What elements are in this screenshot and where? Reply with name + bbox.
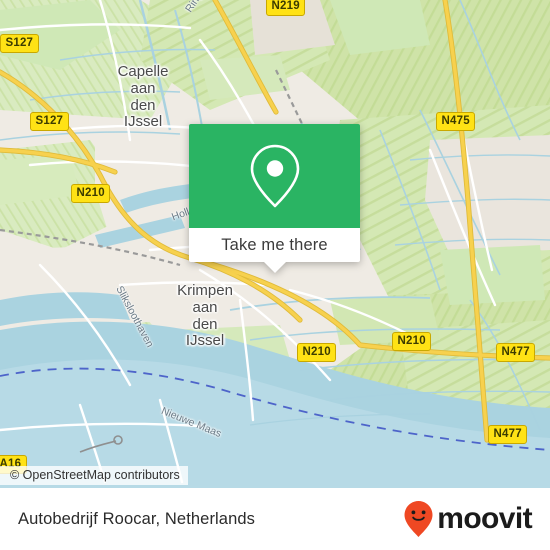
shield-n210-center: N210 (297, 343, 337, 362)
place-info-card[interactable]: Take me there (189, 124, 360, 273)
place-line: den (192, 315, 218, 333)
footer-content: Autobedrijf Roocar, Netherlands moovit (0, 488, 550, 550)
info-card-header (189, 124, 360, 228)
shield-n219: N219 (266, 0, 306, 16)
map-canvas[interactable]: Ringvaart Holla Sliksloothaven Nieuwe Ma… (0, 0, 550, 488)
place-line: IJssel (185, 332, 225, 350)
place-line: aan (192, 298, 218, 316)
place-line: den (130, 96, 156, 114)
osm-attribution[interactable]: © OpenStreetMap contributors (0, 466, 188, 485)
footer-bar: Autobedrijf Roocar, Netherlands moovit (0, 488, 550, 550)
take-me-there-label: Take me there (221, 235, 328, 254)
moovit-logo[interactable]: moovit (403, 500, 533, 538)
moovit-place-map-screenshot: Ringvaart Holla Sliksloothaven Nieuwe Ma… (0, 0, 550, 550)
location-pin-icon (250, 144, 299, 208)
place-line: Krimpen (177, 282, 233, 299)
shield-n477-north: N477 (496, 343, 536, 362)
place-line: IJssel (123, 113, 163, 131)
shield-n210-east: N210 (392, 332, 432, 351)
shield-n210-west: N210 (71, 184, 111, 203)
moovit-wordmark: moovit (437, 502, 532, 535)
place-line: aan (130, 79, 156, 97)
shield-n475: N475 (436, 112, 476, 131)
shield-n477-south: N477 (488, 425, 528, 444)
info-card-pointer (263, 262, 286, 273)
place-label-capelle-aan-den-ijssel: Capelle aan den IJssel (117, 63, 169, 131)
moovit-pin-icon (404, 501, 433, 537)
info-card-footer[interactable]: Take me there (189, 228, 360, 273)
place-line: Capelle (117, 63, 169, 80)
shield-s127-south: S127 (30, 112, 69, 131)
place-label-krimpen-aan-den-ijssel: Krimpen aan den IJssel (177, 282, 233, 350)
shield-s127-west: S127 (0, 34, 39, 53)
place-title: Autobedrijf Roocar, Netherlands (18, 509, 255, 528)
